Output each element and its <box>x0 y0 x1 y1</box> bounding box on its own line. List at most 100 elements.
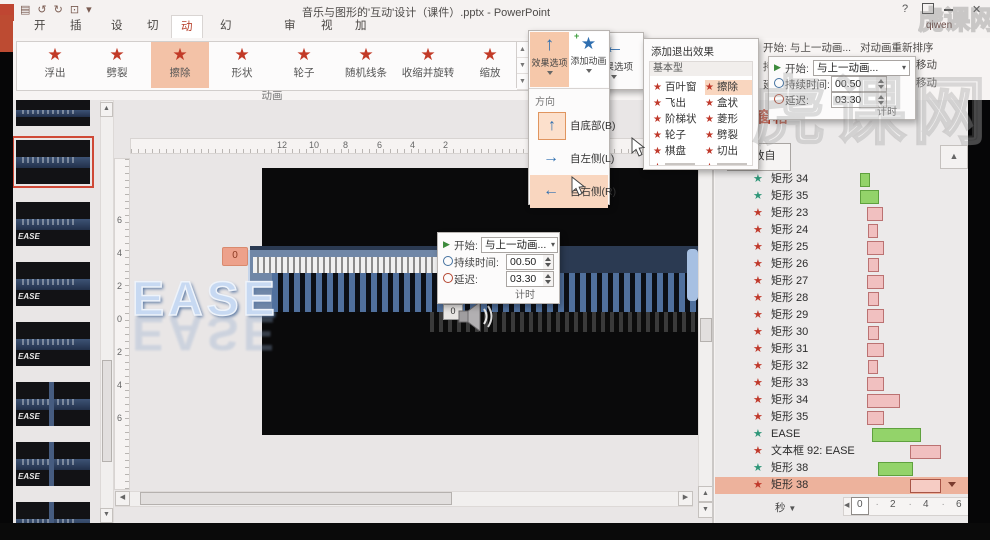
gallery-item-形状[interactable]: ★ 形状 <box>213 42 271 88</box>
previous-slide-icon[interactable]: ▲ <box>698 486 713 502</box>
reorder-up-icon[interactable]: ▲ <box>940 145 968 169</box>
exit-effect-阶梯状[interactable]: ★ 阶梯状 <box>653 112 703 127</box>
thumbnail-scroll-down-icon[interactable]: ▼ <box>100 508 113 523</box>
animation-timing-bar[interactable] <box>878 462 914 476</box>
start-dropdown[interactable]: 与上一动画... ▾ <box>813 60 910 76</box>
gallery-item-浮出[interactable]: ★ 浮出 <box>26 42 84 88</box>
exit-effect-劈裂[interactable]: ★ 劈裂 <box>705 128 752 143</box>
gallery-item-擦除[interactable]: ★ 擦除 <box>151 42 209 88</box>
animation-timing-bar[interactable] <box>866 394 900 408</box>
tab-加载项[interactable]: 加载项 <box>346 15 376 76</box>
animation-timing-bar[interactable] <box>866 275 885 289</box>
thumbnail-scroll-up-icon[interactable]: ▲ <box>100 102 113 117</box>
animation-timing-bar[interactable] <box>860 173 871 187</box>
slide-thumbnail[interactable]: EASE <box>16 202 90 246</box>
duration-input[interactable]: 00.50 <box>831 76 878 92</box>
thumbnail-scrollbar-thumb[interactable] <box>102 360 112 462</box>
animation-row[interactable]: ★ 矩形 24 <box>715 222 968 239</box>
animation-row[interactable]: ★ 矩形 33 <box>715 375 968 392</box>
close-icon[interactable]: ✕ <box>972 3 981 16</box>
gallery-item-轮子[interactable]: ★ 轮子 <box>275 42 333 88</box>
canvas-hscrollbar-thumb[interactable] <box>140 492 452 505</box>
animation-timing-bar[interactable] <box>868 258 879 272</box>
exit-effect-盒状[interactable]: ★ 盒状 <box>705 96 752 111</box>
animation-row[interactable]: ★ 矩形 32 <box>715 358 968 375</box>
animation-row[interactable]: ★ 矩形 34 <box>715 171 968 188</box>
animation-row[interactable]: ★ EASE <box>715 426 968 443</box>
move-later-button[interactable]: 移动 <box>916 75 937 90</box>
timeline-left-icon[interactable]: ◀ <box>844 501 849 509</box>
tab-开始[interactable]: 开始 <box>25 15 55 54</box>
slide-thumbnail[interactable]: EASE <box>16 442 90 486</box>
tab-审阅[interactable]: 审阅 <box>275 15 305 54</box>
animation-timing-bar[interactable] <box>868 326 879 340</box>
delay-input[interactable]: 03.30 <box>831 92 878 108</box>
shape-right-handle[interactable] <box>687 249 698 301</box>
animation-timing-bar[interactable] <box>866 377 885 391</box>
exit-effect-百叶窗[interactable]: ★ 百叶窗 <box>653 80 703 95</box>
slide-thumbnail[interactable] <box>16 100 90 126</box>
seconds-dropdown[interactable]: 秒 ▼ <box>775 500 796 515</box>
effect-options-button[interactable]: ↑ 效果选项 <box>530 32 569 87</box>
animation-row[interactable]: ★ 矩形 29 <box>715 307 968 324</box>
gallery-item-缩放[interactable]: ★ 缩放 <box>461 42 519 88</box>
animation-row[interactable]: ★ 矩形 23 <box>715 205 968 222</box>
tab-幻灯片放映[interactable]: 幻灯片放映 <box>211 15 241 120</box>
animation-row[interactable]: ★ 矩形 28 <box>715 290 968 307</box>
animation-row[interactable]: ★ 矩形 26 <box>715 256 968 273</box>
animation-timing-bar[interactable] <box>868 292 879 306</box>
gallery-down-icon[interactable]: ▼ <box>517 58 528 74</box>
gallery-item-劈裂[interactable]: ★ 劈裂 <box>88 42 146 88</box>
animation-row[interactable]: ★ 矩形 25 <box>715 239 968 256</box>
animation-row[interactable]: ★ 矩形 35 <box>715 409 968 426</box>
minimize-icon[interactable] <box>944 9 953 11</box>
animation-timing-bar[interactable] <box>866 241 885 255</box>
restore-icon[interactable] <box>922 3 934 14</box>
animation-timing-bar[interactable] <box>866 207 884 221</box>
canvas-vscrollbar-thumb[interactable] <box>700 318 712 342</box>
animation-timing-bar[interactable] <box>868 360 878 374</box>
animation-row[interactable]: ★ 矩形 38 <box>715 460 968 477</box>
animation-row[interactable]: ★ 矩形 35 <box>715 188 968 205</box>
next-slide-icon[interactable]: ▼ <box>698 502 713 518</box>
delay-input[interactable]: 03.30 <box>506 271 547 287</box>
tab-切换[interactable]: 切换 <box>138 15 168 54</box>
exit-effect-切出[interactable]: ★ 切出 <box>705 144 752 159</box>
direction-item-自左侧(L)[interactable]: → 自左侧(L) <box>530 142 614 175</box>
slide-thumbnail[interactable]: EASE <box>16 262 90 306</box>
animation-timing-bar[interactable] <box>866 343 885 357</box>
tab-动画[interactable]: 动画 <box>171 15 203 55</box>
slide-thumbnail[interactable] <box>12 136 94 188</box>
duration-input[interactable]: 00.50 <box>506 254 547 270</box>
row-dropdown-icon[interactable] <box>948 482 956 487</box>
exit-effect-菱形[interactable]: ★ 菱形 <box>705 112 752 127</box>
gallery-scroll-buttons[interactable]: ▲ ▼ ▼ <box>516 42 528 90</box>
animation-row[interactable]: ★ 文本框 92: EASE <box>715 443 968 460</box>
animation-timing-bar[interactable] <box>868 224 878 238</box>
start-dropdown[interactable]: 与上一动画... ▾ <box>481 237 558 253</box>
add-animation-button[interactable]: ★ + 添加动画 <box>569 31 608 87</box>
gallery-up-icon[interactable]: ▲ <box>517 42 528 58</box>
scroll-left-icon[interactable]: ◀ <box>115 491 130 506</box>
direction-item-自右侧(R)[interactable]: ← 自右侧(R) <box>530 175 616 208</box>
direction-item-自底部(B)[interactable]: ↑ 自底部(B) <box>530 109 616 142</box>
animation-timing-bar[interactable] <box>860 190 879 204</box>
animation-number-badge[interactable]: 0 <box>222 247 248 266</box>
delay-spinner[interactable] <box>543 271 554 287</box>
exit-effect-飞出[interactable]: ★ 飞出 <box>653 96 703 111</box>
gallery-item-随机线条[interactable]: ★ 随机线条 <box>337 42 395 88</box>
help-button[interactable]: ? <box>902 3 908 15</box>
exit-effect-轮子[interactable]: ★ 轮子 <box>653 128 703 143</box>
animation-timing-bar[interactable] <box>909 479 942 493</box>
gallery-item-收缩并旋转[interactable]: ★ 收缩并旋转 <box>399 42 457 88</box>
scroll-right-icon[interactable]: ▶ <box>678 491 693 506</box>
animation-row[interactable]: ★ 矩形 31 <box>715 341 968 358</box>
duration-spinner[interactable] <box>876 76 887 92</box>
animation-row[interactable]: ★ 矩形 34 <box>715 392 968 409</box>
tab-视图[interactable]: 视图 <box>312 15 342 54</box>
animation-timing-bar[interactable] <box>872 428 921 442</box>
move-earlier-button[interactable]: 移动 <box>916 57 937 72</box>
animation-row[interactable]: ★ 矩形 30 <box>715 324 968 341</box>
duration-spinner[interactable] <box>543 254 554 270</box>
tab-插入[interactable]: 插入 <box>61 15 91 54</box>
